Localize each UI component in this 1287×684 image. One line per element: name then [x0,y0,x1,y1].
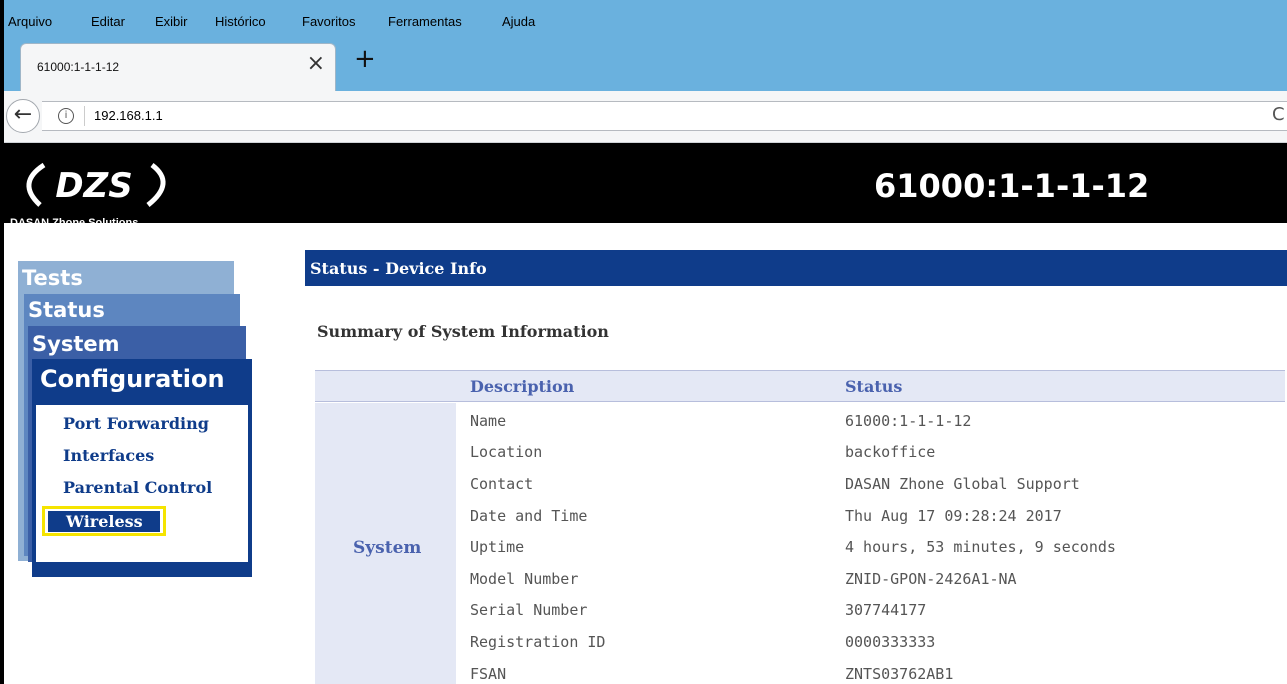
page-header: DZS DASAN Zhone Solutions 61000:1-1-1-12 [4,143,1287,229]
row-description: Date and Time [470,507,588,525]
submenu-port-forwarding[interactable]: Port Forwarding [63,414,209,433]
summary-title: Summary of System Information [317,322,609,341]
table-row: Registration ID 0000333333 [456,628,1285,659]
menu-favoritos[interactable]: Favoritos [302,14,355,29]
submenu-wireless-highlight[interactable]: Wireless [42,506,166,536]
url-text[interactable]: 192.168.1.1 [94,108,163,123]
close-icon[interactable]: × [307,53,325,75]
nav-tests-label: Tests [22,266,83,290]
row-description: Model Number [470,570,579,588]
row-status: ZNTS03762AB1 [845,665,954,683]
table-header-row: Description Status [315,370,1285,402]
row-description: Uptime [470,538,525,556]
section-header: Status - Device Info [305,250,1287,286]
menu-bar: Arquivo Editar Exibir Histórico Favorito… [4,0,1287,36]
column-header-status: Status [845,377,903,396]
menu-exibir[interactable]: Exibir [155,14,188,29]
page-title: 61000:1-1-1-12 [874,167,1150,205]
submenu-interfaces[interactable]: Interfaces [63,446,154,465]
browser-window: Arquivo Editar Exibir Histórico Favorito… [0,0,1287,684]
nav-configuration-label: Configuration [40,365,225,393]
row-status: Thu Aug 17 09:28:24 2017 [845,507,1062,525]
logo-text: DASAN Zhone Solutions [10,217,139,229]
table-row: FSAN ZNTS03762AB1 [456,660,1285,684]
nav-status-label: Status [28,298,105,322]
submenu-parental-control[interactable]: Parental Control [63,478,212,497]
table-row: Location backoffice [456,438,1285,469]
table-row: Contact DASAN Zhone Global Support [456,470,1285,501]
table-row: Name 61000:1-1-1-12 [456,407,1285,438]
row-description: Registration ID [470,633,606,651]
row-status: 307744177 [845,601,927,619]
dzs-logo: DZS DASAN Zhone Solutions [10,159,210,229]
table-row: Uptime 4 hours, 53 minutes, 9 seconds [456,533,1285,564]
configuration-submenu: Port Forwarding Interfaces Parental Cont… [36,405,248,562]
menu-arquivo[interactable]: Arquivo [8,14,52,29]
url-separator [84,106,85,126]
back-arrow-icon[interactable]: ← [6,99,40,133]
row-description: Serial Number [470,601,588,619]
table-row: Serial Number 307744177 [456,596,1285,627]
reload-icon[interactable]: C [1272,104,1285,125]
row-status: 0000333333 [845,633,936,651]
tab-strip: 61000:1-1-1-12 × + [4,36,1287,93]
group-label-system: System [353,538,422,558]
submenu-wireless[interactable]: Wireless [48,511,160,532]
row-status: DASAN Zhone Global Support [845,475,1080,493]
column-header-description: Description [470,377,575,396]
url-bar[interactable]: i 192.168.1.1 C [42,101,1287,131]
logo-wordmark: DZS [55,166,132,206]
navigation-bar: ← i 192.168.1.1 C [4,91,1287,143]
row-status: ZNID-GPON-2426A1-NA [845,570,1017,588]
row-status: 61000:1-1-1-12 [845,412,972,430]
menu-historico[interactable]: Histórico [215,14,266,29]
menu-ajuda[interactable]: Ajuda [502,14,535,29]
nav-system-label: System [32,332,120,356]
row-status: backoffice [845,443,936,461]
row-status: 4 hours, 53 minutes, 9 seconds [845,538,1116,556]
row-description: Location [470,443,543,461]
row-description: Name [470,412,507,430]
table-row: Date and Time Thu Aug 17 09:28:24 2017 [456,502,1285,533]
browser-tab[interactable]: 61000:1-1-1-12 × [20,43,336,93]
row-description: FSAN [470,665,507,683]
menu-editar[interactable]: Editar [91,14,125,29]
menu-ferramentas[interactable]: Ferramentas [388,14,462,29]
dzs-logo-mark: DZS [26,162,166,207]
group-cell: System [315,403,456,684]
row-description: Contact [470,475,534,493]
table-row: Model Number ZNID-GPON-2426A1-NA [456,565,1285,596]
tab-title: 61000:1-1-1-12 [37,60,120,74]
new-tab-icon[interactable]: + [354,46,376,72]
info-icon[interactable]: i [58,108,74,124]
